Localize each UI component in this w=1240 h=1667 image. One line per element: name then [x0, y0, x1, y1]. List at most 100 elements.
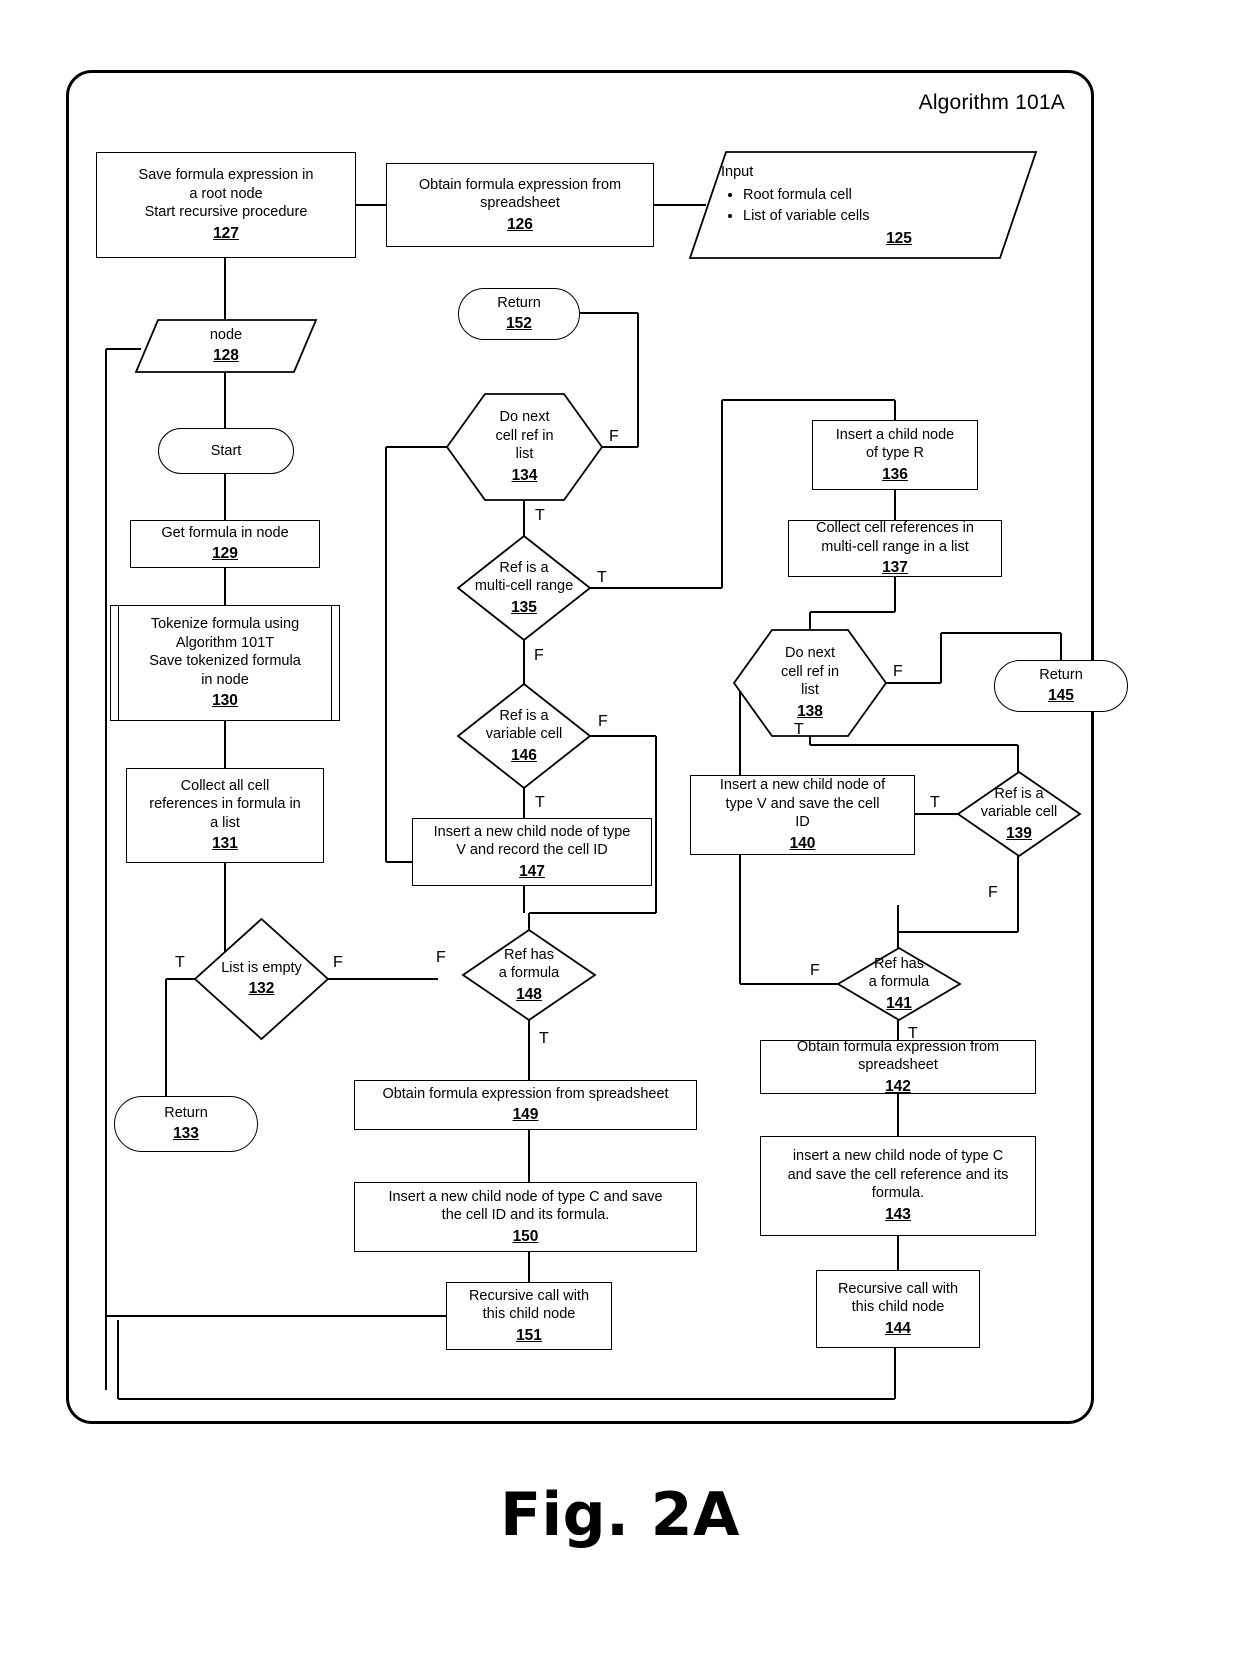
node-126-number: 126	[507, 215, 533, 233]
node-150-line1: Insert a new child node of type C and sa…	[388, 1188, 663, 1205]
edge-label-146-false: F	[598, 713, 608, 730]
edge-label-138-false: F	[893, 663, 903, 680]
node-145-number: 145	[1048, 687, 1074, 705]
node-125-bullet-1: List of variable cells	[743, 206, 870, 227]
node-127-save-formula: Save formula expression in a root node S…	[96, 152, 356, 258]
node-130-line3: Save tokenized formula	[149, 653, 301, 670]
node-151-line1: Recursive call with	[468, 1287, 590, 1304]
node-144-line2: this child node	[851, 1299, 945, 1316]
node-150-number: 150	[512, 1227, 539, 1245]
node-135-line2: multi-cell range	[474, 578, 574, 595]
node-start-label: Start	[210, 442, 242, 459]
node-127-number: 127	[213, 224, 239, 242]
node-141-line2: a formula	[868, 974, 930, 991]
node-131-line1: Collect all cell	[180, 777, 270, 794]
node-143-line3: formula.	[871, 1185, 925, 1202]
node-132-content: List is empty 132	[199, 921, 324, 1037]
edge-label-132-false: F	[333, 954, 343, 971]
node-128-content: node 128	[140, 322, 312, 370]
node-150-insert-c-node: Insert a new child node of type C and sa…	[354, 1182, 697, 1252]
node-143-line1: insert a new child node of type C	[792, 1148, 1004, 1165]
node-132-line1: List is empty	[221, 959, 302, 976]
node-126-text: Obtain formula expression from spreadshe…	[418, 176, 622, 212]
node-128-node: node 128	[136, 320, 316, 372]
node-127-line1: Save formula expression in	[138, 167, 314, 184]
edge-label-135-false: F	[534, 647, 544, 664]
node-140-number: 140	[789, 834, 816, 852]
figure-caption: Fig. 2A	[500, 1480, 740, 1550]
node-137-collect-range-refs: Collect cell references in multi-cell ra…	[788, 520, 1002, 577]
edge-label-135-true: T	[597, 569, 607, 586]
node-148-line1: Ref has	[504, 946, 554, 963]
node-152-number: 152	[506, 315, 532, 333]
node-130-right-bar	[331, 606, 332, 720]
node-125-number: 125	[886, 229, 912, 247]
node-135-multicell-range: Ref is a multi-cell range 135	[458, 536, 590, 640]
node-141-number: 141	[886, 994, 912, 1012]
node-144-number: 144	[885, 1319, 911, 1337]
node-148-content: Ref has a formula 148	[467, 932, 591, 1018]
node-152-label: Return	[497, 294, 541, 311]
node-137-number: 137	[882, 559, 908, 577]
edge-label-139-false: F	[988, 884, 998, 901]
node-145-label: Return	[1039, 666, 1083, 683]
node-147-line2: V and record the cell ID	[456, 842, 608, 859]
node-132-list-empty: List is empty 132	[195, 919, 328, 1039]
node-125-title: Input	[721, 163, 754, 180]
node-142-line1: Obtain formula expression from	[796, 1038, 1000, 1055]
node-125-bullet-0: Root formula cell	[743, 185, 870, 206]
node-136-line2: of type R	[865, 445, 925, 462]
node-130-number: 130	[212, 692, 238, 710]
node-127-line2: a root node	[189, 185, 263, 202]
node-129-text: Get formula in node	[161, 524, 289, 541]
node-140-line1: Insert a new child node of	[719, 777, 886, 794]
node-149-line1: Obtain formula expression from spreadshe…	[382, 1085, 669, 1102]
edge-label-148-false: F	[436, 949, 446, 966]
node-141-ref-has-formula: Ref has a formula 141	[838, 948, 960, 1020]
node-151-recursive-call: Recursive call with this child node 151	[446, 1282, 612, 1350]
node-147-insert-v-node: Insert a new child node of type V and re…	[412, 818, 652, 886]
node-146-line2: variable cell	[485, 726, 563, 743]
node-145-return: Return 145	[994, 660, 1128, 712]
node-149-obtain-formula: Obtain formula expression from spreadshe…	[354, 1080, 697, 1130]
node-146-line1: Ref is a	[499, 707, 549, 724]
node-129-number: 129	[212, 545, 238, 563]
edge-label-146-true: T	[535, 794, 545, 811]
node-139-number: 139	[1006, 824, 1032, 842]
node-142-obtain-formula: Obtain formula expression from spreadshe…	[760, 1038, 1036, 1095]
edge-label-138-true: T	[794, 721, 804, 738]
node-131-collect-refs: Collect all cell references in formula i…	[126, 768, 324, 863]
node-138-content: Do next cell ref in list 138	[738, 632, 882, 734]
algorithm-title: Algorithm 101A	[918, 91, 1065, 114]
node-140-line3: ID	[795, 814, 810, 831]
node-149-number: 149	[512, 1106, 539, 1124]
edge-label-132-true: T	[175, 954, 185, 971]
node-147-line1: Insert a new child node of type	[433, 823, 631, 840]
node-137-line1: Collect cell references in	[816, 520, 974, 537]
node-132-number: 132	[248, 980, 275, 998]
edge-label-141-true: T	[908, 1025, 918, 1042]
node-139-content: Ref is a variable cell 139	[962, 774, 1076, 854]
node-125-bullets: Input Root formula cell List of variable…	[717, 162, 870, 227]
node-147-number: 147	[519, 862, 545, 880]
node-140-line2: type V and save the cell	[725, 795, 880, 812]
node-125-input: Input Root formula cell List of variable…	[690, 152, 1036, 258]
edge-label-139-true: T	[930, 794, 940, 811]
node-134-do-next-ref: Do next cell ref in list 134	[447, 394, 602, 500]
node-134-line1: Do next	[499, 409, 550, 426]
node-150-line2: the cell ID and its formula.	[441, 1207, 610, 1224]
edge-label-134-true: T	[535, 507, 545, 524]
edge-label-134-false: F	[609, 428, 619, 445]
node-148-number: 148	[516, 985, 542, 1003]
node-148-ref-has-formula: Ref has a formula 148	[463, 930, 595, 1020]
node-130-line2: Algorithm 101T	[175, 634, 275, 651]
node-138-line1: Do next	[785, 645, 835, 662]
node-130-left-bar	[118, 606, 119, 720]
node-start: Start	[158, 428, 294, 474]
node-143-insert-c-node: insert a new child node of type C and sa…	[760, 1136, 1036, 1236]
node-131-number: 131	[212, 835, 238, 853]
node-151-line2: this child node	[482, 1306, 576, 1323]
node-134-line3: list	[515, 446, 534, 463]
node-135-number: 135	[511, 598, 537, 616]
node-130-tokenize: Tokenize formula using Algorithm 101T Sa…	[110, 605, 340, 721]
